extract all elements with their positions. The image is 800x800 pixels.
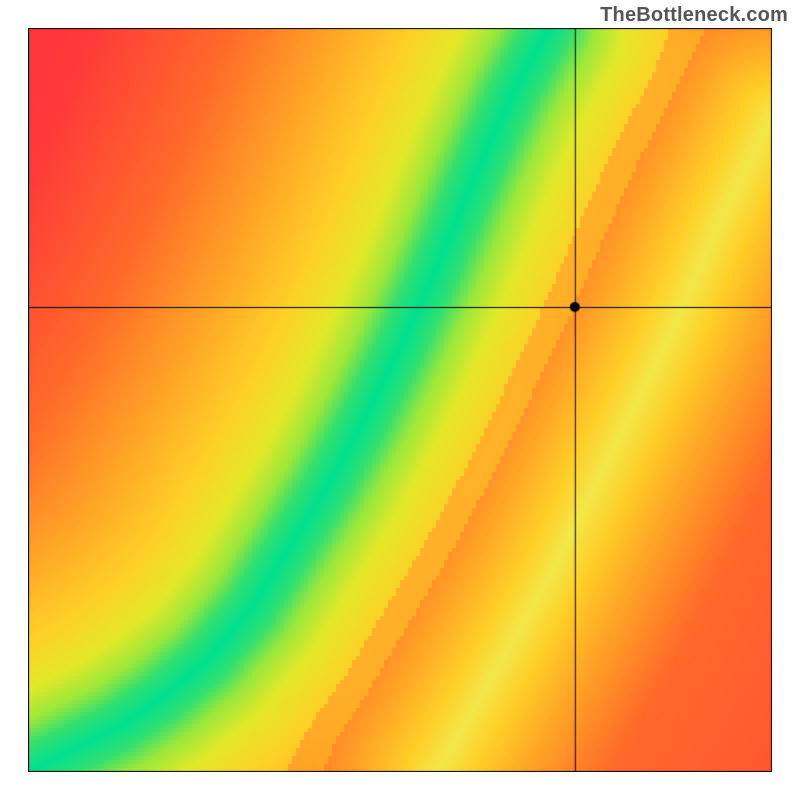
bottleneck-heatmap bbox=[28, 28, 772, 772]
watermark-source: TheBottleneck.com bbox=[600, 4, 788, 27]
